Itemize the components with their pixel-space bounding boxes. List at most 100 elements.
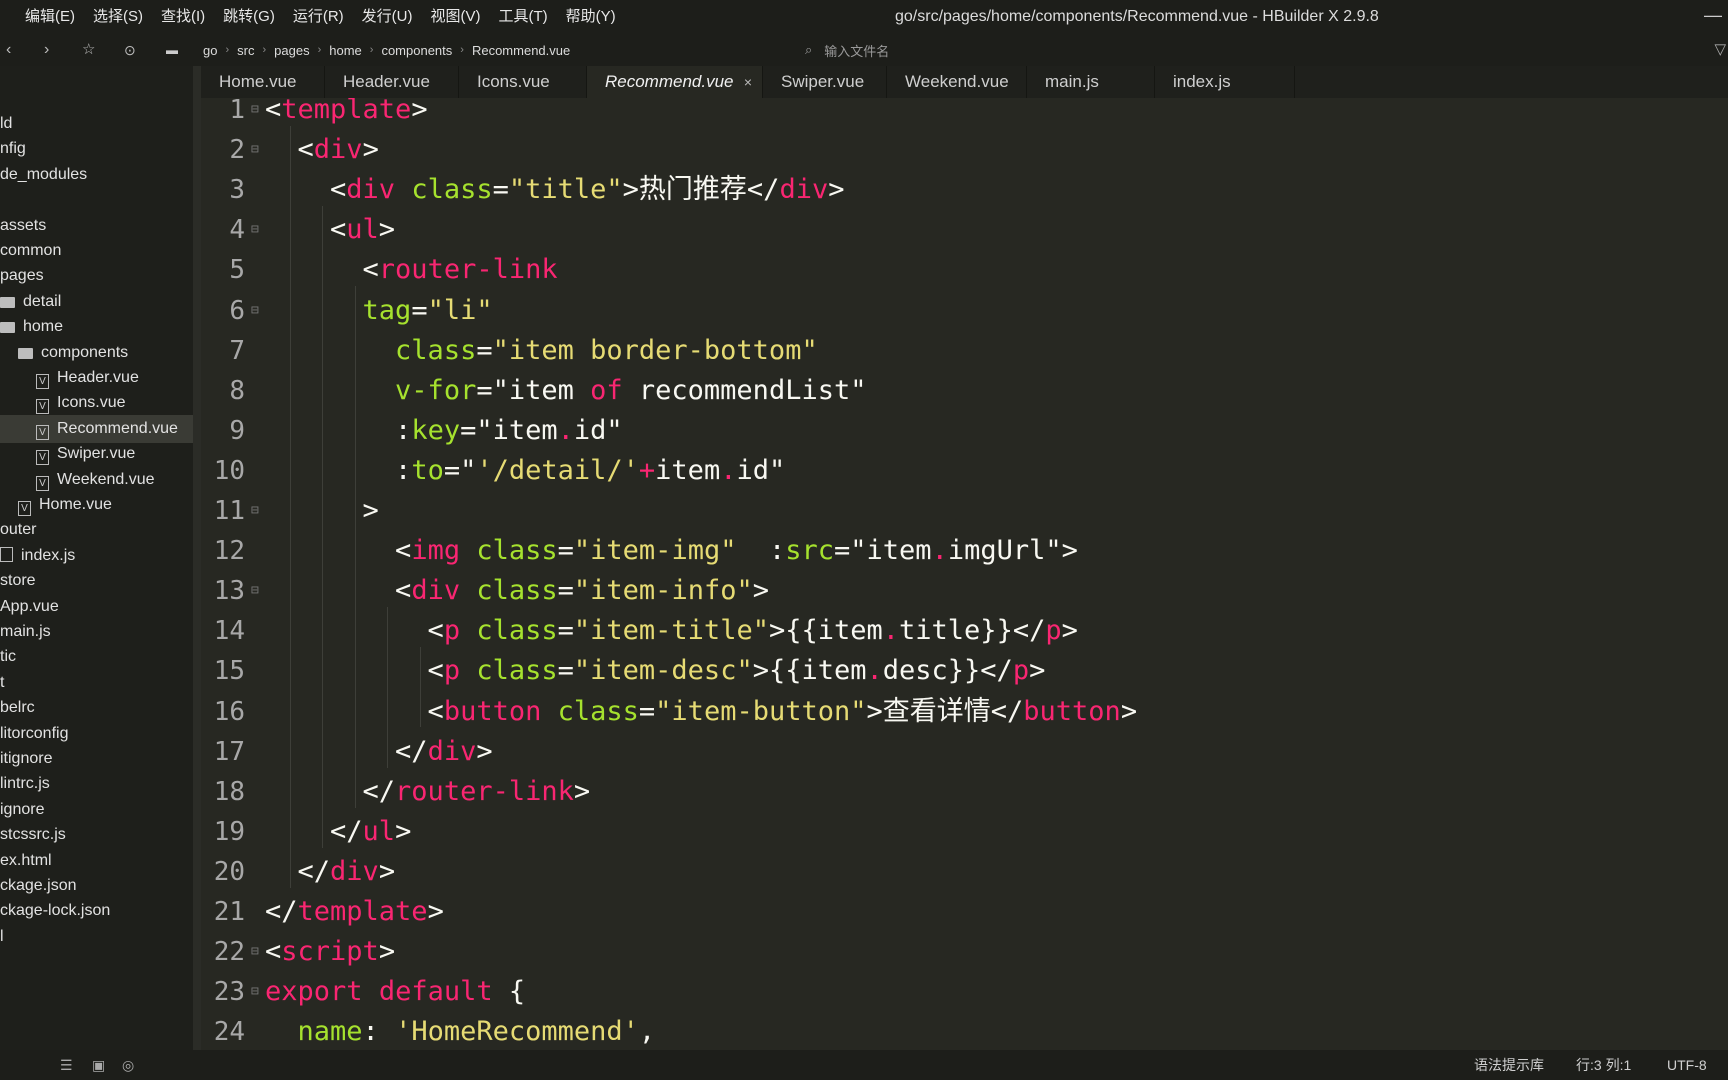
menu-item[interactable]: 发行(U) (353, 0, 422, 34)
tree-item[interactable]: V Weekend.vue (0, 466, 155, 494)
tree-item[interactable]: App.vue (0, 593, 59, 621)
tree-item[interactable]: outer (0, 516, 36, 544)
tree-item[interactable]: ckage.json (0, 872, 77, 900)
tree-item[interactable]: itignore (0, 745, 52, 773)
code-line[interactable]: 8 v-for="item of recommendList" (201, 371, 1728, 411)
file-search[interactable]: ⌕ 输入文件名 (805, 34, 889, 66)
code-line[interactable]: 4 ⊟ <ul> (201, 210, 1728, 250)
code-line[interactable]: 18 </router-link> (201, 772, 1728, 812)
tree-item[interactable]: ex.html (0, 847, 52, 875)
code-line[interactable]: 14 <p class="item-title">{{item.title}}<… (201, 611, 1728, 651)
tree-item[interactable]: assets (0, 212, 46, 240)
tree-item[interactable]: de_modules (0, 161, 87, 189)
filter-icon[interactable]: ▽ (1714, 40, 1726, 58)
code-editor[interactable]: 1 ⊟ <template> 2 ⊟ <div> 3 <div class="title"… (201, 98, 1728, 1050)
encoding-label[interactable]: UTF-8 (1667, 1050, 1707, 1080)
run-icon[interactable]: ⊙ (124, 34, 136, 66)
tab[interactable]: main.js (1027, 66, 1155, 98)
tree-item[interactable]: common (0, 237, 61, 265)
tree-item[interactable]: nfig (0, 135, 26, 163)
tree-item[interactable]: stcssrc.js (0, 821, 66, 849)
tree-item[interactable]: ckage-lock.json (0, 897, 110, 925)
tree-item[interactable]: V Swiper.vue (0, 440, 135, 468)
code-line[interactable]: 11 ⊟ > (201, 491, 1728, 531)
breadcrumb-item[interactable]: Recommend.vue (472, 43, 570, 58)
fold-icon[interactable]: ⊟ (251, 491, 259, 531)
code-line[interactable]: 7 class="item border-bottom" (201, 331, 1728, 371)
tree-item[interactable]: main.js (0, 618, 51, 646)
code-line[interactable]: 2 ⊟ <div> (201, 130, 1728, 170)
tab[interactable]: Recommend.vue × (587, 66, 763, 98)
cursor-position[interactable]: 行:3 列:1 (1576, 1050, 1631, 1080)
fold-icon[interactable]: ⊟ (251, 98, 259, 130)
tree-item[interactable]: ld (0, 110, 12, 138)
code-line[interactable]: 10 :to="'/detail/'+item.id" (201, 451, 1728, 491)
tab[interactable]: index.js (1155, 66, 1295, 98)
code-line[interactable]: 19 </ul> (201, 812, 1728, 852)
tree-item[interactable]: components (0, 339, 128, 367)
tree-item[interactable]: V Header.vue (0, 364, 139, 392)
breadcrumb-item[interactable]: src (237, 43, 254, 58)
code-line[interactable]: 21 </template> (201, 892, 1728, 932)
menu-item[interactable]: 运行(R) (284, 0, 353, 34)
code-line[interactable]: 15 <p class="item-desc">{{item.desc}}</p… (201, 651, 1728, 691)
tree-item[interactable]: belrc (0, 694, 35, 722)
star-icon[interactable]: ☆ (82, 34, 95, 66)
fold-icon[interactable]: ⊟ (251, 972, 259, 1012)
tab[interactable]: Swiper.vue (763, 66, 887, 98)
code-line[interactable]: 16 <button class="item-button">查看详情</but… (201, 692, 1728, 732)
tree-item[interactable]: t (0, 669, 4, 697)
code-line[interactable]: 23 ⊟ export default { (201, 972, 1728, 1012)
breadcrumb-item[interactable]: go (203, 43, 217, 58)
code-line[interactable]: 13 ⊟ <div class="item-info"> (201, 571, 1728, 611)
tab[interactable]: Header.vue (325, 66, 459, 98)
tree-item[interactable]: V Recommend.vue (0, 414, 193, 443)
menu-item[interactable]: 跳转(G) (214, 0, 284, 34)
tree-item[interactable]: lintrc.js (0, 770, 50, 798)
syntax-lib-label[interactable]: 语法提示库 (1474, 1050, 1544, 1080)
menu-item[interactable]: 查找(I) (152, 0, 214, 34)
code-line[interactable]: 20 </div> (201, 852, 1728, 892)
code-line[interactable]: 3 <div class="title">热门推荐</div> (201, 170, 1728, 210)
code-line[interactable]: 22 ⊟ <script> (201, 932, 1728, 972)
tree-item[interactable]: ignore (0, 796, 44, 824)
fold-icon[interactable]: ⊟ (251, 291, 259, 331)
list-icon[interactable]: ☰ (60, 1050, 73, 1080)
tree-item[interactable]: l (0, 923, 4, 951)
tab[interactable]: Weekend.vue (887, 66, 1027, 98)
tree-item[interactable]: V Icons.vue (0, 389, 125, 417)
tree-item[interactable]: V Home.vue (0, 491, 112, 519)
menu-item[interactable]: 选择(S) (84, 0, 152, 34)
back-icon[interactable]: ‹ (6, 34, 11, 66)
minimize-icon[interactable]: — (1704, 0, 1722, 30)
tab[interactable]: Home.vue (201, 66, 325, 98)
tree-item[interactable]: home (0, 313, 63, 341)
fold-icon[interactable]: ⊟ (251, 130, 259, 170)
menu-item[interactable]: 视图(V) (422, 0, 490, 34)
globe-icon[interactable]: ◎ (122, 1050, 134, 1080)
breadcrumb-item[interactable]: pages (274, 43, 309, 58)
code-line[interactable]: 24 name: 'HomeRecommend', (201, 1012, 1728, 1050)
breadcrumb-item[interactable]: home (329, 43, 362, 58)
tree-item[interactable]: pages (0, 262, 44, 290)
code-line[interactable]: 1 ⊟ <template> (201, 98, 1728, 130)
fold-icon[interactable]: ⊟ (251, 210, 259, 250)
fold-icon[interactable]: ⊟ (251, 932, 259, 972)
code-line[interactable]: 9 :key="item.id" (201, 411, 1728, 451)
file-search-input[interactable]: 输入文件名 (824, 41, 889, 60)
menu-item[interactable]: 帮助(Y) (557, 0, 625, 34)
code-line[interactable]: 6 ⊟ tag="li" (201, 291, 1728, 331)
sidebar-scrollbar[interactable] (193, 66, 201, 1050)
code-line[interactable]: 17 </div> (201, 732, 1728, 772)
terminal-icon[interactable]: ▣ (92, 1050, 105, 1080)
menu-item[interactable]: 工具(T) (490, 0, 557, 34)
tree-item[interactable]: detail (0, 288, 61, 316)
fold-icon[interactable]: ⊟ (251, 571, 259, 611)
code-line[interactable]: 5 <router-link (201, 250, 1728, 290)
close-icon[interactable]: × (744, 66, 752, 98)
tree-item[interactable]: index.js (0, 542, 75, 570)
menu-item[interactable]: 编辑(E) (16, 0, 84, 34)
breadcrumb-item[interactable]: components (381, 43, 452, 58)
tree-item[interactable]: store (0, 567, 36, 595)
tree-item[interactable]: litorconfig (0, 720, 68, 748)
